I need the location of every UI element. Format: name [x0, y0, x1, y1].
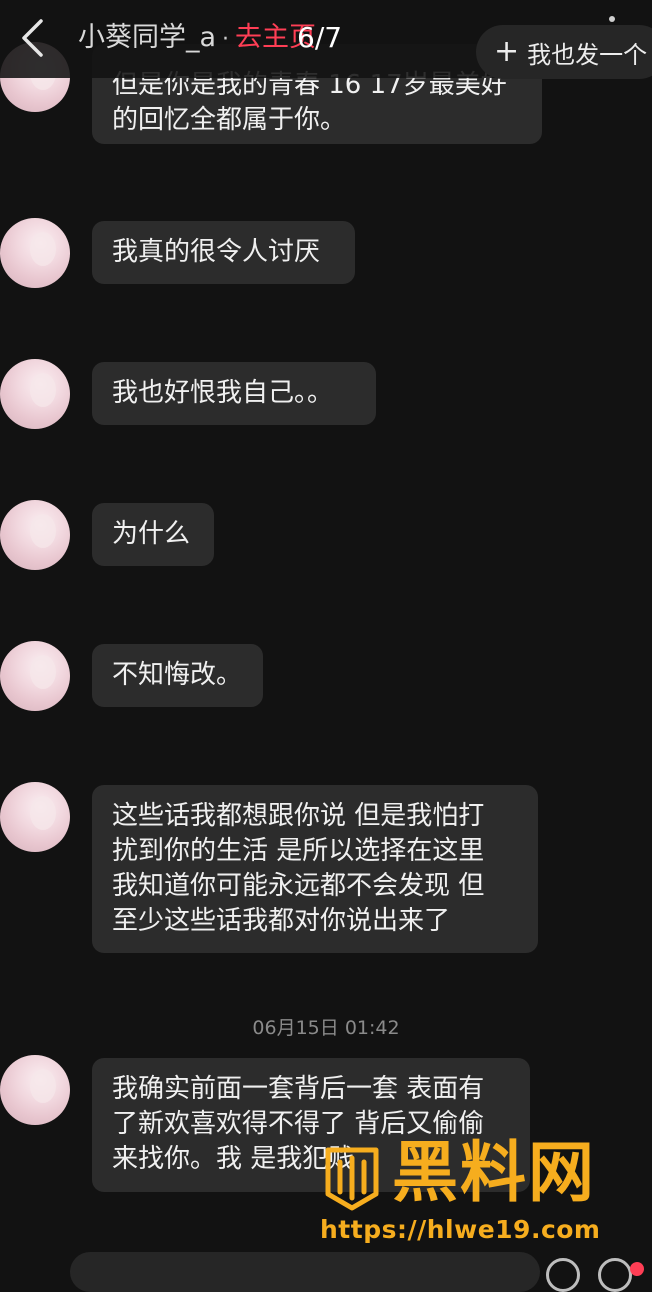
avatar[interactable] [0, 641, 70, 711]
notification-dot [630, 1262, 644, 1276]
separator-dot: · [222, 27, 230, 52]
message-bubble: 这些话我都想跟你说 但是我怕打 扰到你的生活 是所以选择在这里 我知道你可能永远… [92, 785, 538, 953]
message-line: 我知道你可能永远都不会发现 但 [112, 871, 485, 901]
message-bubble: 不知悔改。 [92, 644, 263, 707]
top-bar: 小葵同学_a · 去主页 6/7 + 我也发一个 [0, 0, 652, 79]
avatar[interactable] [0, 218, 70, 288]
message-timestamp: 06月15日 01:42 [252, 1017, 400, 1039]
like-icon[interactable] [546, 1258, 580, 1292]
avatar[interactable] [0, 1055, 70, 1125]
share-icon[interactable] [598, 1258, 632, 1292]
avatar[interactable] [0, 359, 70, 429]
message-line: 为什么 [112, 519, 191, 549]
message-line: 至少这些话我都对你说出来了 [112, 906, 451, 936]
comment-input[interactable] [70, 1252, 540, 1292]
message-line: 我也好恨我自己。。 [112, 378, 334, 408]
watermark-text: 黑料网 [392, 1134, 596, 1211]
image-pager: 6/7 [297, 21, 343, 54]
message-bubble: 我也好恨我自己。。 [92, 362, 376, 425]
back-button[interactable] [14, 18, 50, 58]
message-bubble: 为什么 [92, 503, 214, 566]
author-name[interactable]: 小葵同学_a [78, 22, 216, 53]
message-line: 的回忆全都属于你。 [112, 105, 347, 135]
message-line: 我真的很令人讨厌 [112, 237, 321, 267]
message-line: 我确实前面一套背后一套 表面有 [112, 1074, 485, 1104]
watermark-logo-icon [325, 1147, 379, 1211]
header-title-row: 小葵同学_a · 去主页 [78, 18, 316, 58]
message-line: 扰到你的生活 是所以选择在这里 [112, 836, 485, 866]
message-bubble: 我真的很令人讨厌 [92, 221, 355, 284]
watermark-url: https://hlwe19.com [320, 1215, 601, 1244]
avatar[interactable] [0, 782, 70, 852]
message-line: 这些话我都想跟你说 但是我怕打 [112, 801, 485, 831]
avatar[interactable] [0, 500, 70, 570]
message-line: 不知悔改。 [112, 660, 243, 690]
post-too-button[interactable]: + 我也发一个 [476, 25, 652, 79]
plus-icon: + [494, 34, 520, 69]
chevron-left-icon [22, 19, 43, 57]
post-too-label: 我也发一个 [527, 40, 648, 69]
